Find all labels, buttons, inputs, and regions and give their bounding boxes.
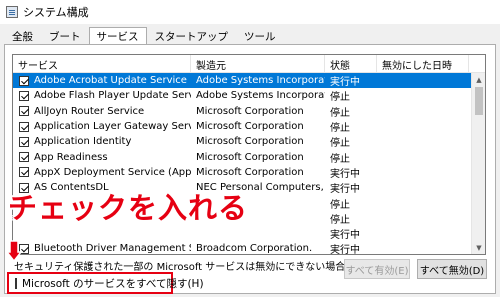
vertical-scrollbar[interactable]: ▲ ▼ xyxy=(471,73,485,254)
service-vendor: Microsoft Corporation xyxy=(196,121,304,133)
annotation-text: チェックを入れる xyxy=(8,191,249,225)
service-name: Adobe Flash Player Update Service xyxy=(34,90,191,102)
service-vendor: Microsoft Corporation xyxy=(196,105,304,117)
table-row[interactable]: App Readiness Microsoft Corporation 停止 xyxy=(13,149,473,165)
service-status: 実行中 xyxy=(330,245,360,255)
service-vendor: Microsoft Corporation xyxy=(196,166,304,178)
table-row[interactable]: Adobe Acrobat Update Service Adobe Syste… xyxy=(13,73,473,89)
scroll-down-icon[interactable]: ▼ xyxy=(472,241,485,254)
service-vendor: Adobe Systems Incorporated xyxy=(196,75,325,87)
service-checkbox[interactable] xyxy=(19,106,29,117)
service-name: Application Layer Gateway Service xyxy=(34,121,191,133)
service-name: AllJoyn Router Service xyxy=(34,105,145,117)
app-icon xyxy=(6,6,18,18)
service-status: 停止 xyxy=(330,214,350,226)
service-status: 停止 xyxy=(330,153,350,165)
service-name: AppX Deployment Service (AppXSVC) xyxy=(34,166,191,178)
table-row[interactable]: Adobe Flash Player Update Service Adobe … xyxy=(13,88,473,103)
service-name: App Readiness xyxy=(34,151,108,163)
column-header-vendor[interactable]: 製造元 xyxy=(191,55,325,73)
service-name: Bluetooth Driver Management Service xyxy=(34,243,191,255)
table-row[interactable]: Bluetooth Driver Management Service Broa… xyxy=(13,241,473,255)
tab-tools[interactable]: ツール xyxy=(236,28,284,44)
service-checkbox[interactable] xyxy=(19,75,29,86)
service-checkbox[interactable] xyxy=(19,152,29,163)
table-row[interactable]: Application Layer Gateway Service Micros… xyxy=(13,119,473,134)
service-name: Application Identity xyxy=(34,136,132,148)
service-checkbox[interactable] xyxy=(19,90,29,101)
hide-microsoft-services-checkbox[interactable] xyxy=(15,277,17,289)
tab-strip: 全般 ブート サービス スタートアップ ツール xyxy=(4,27,284,45)
title-bar: システム構成 xyxy=(0,0,500,24)
service-vendor: Adobe Systems Incorporated xyxy=(196,90,325,102)
service-vendor: Microsoft Corporation xyxy=(196,151,304,163)
service-vendor: Microsoft Corporation xyxy=(196,136,304,148)
column-header-service[interactable]: サービス xyxy=(13,55,191,73)
annotation-overlay: チェックを入れる xyxy=(0,186,300,238)
disable-all-button[interactable]: すべて無効(D) xyxy=(417,259,487,279)
service-vendor: Broadcom Corporation. xyxy=(196,243,313,255)
tab-startup[interactable]: スタートアップ xyxy=(147,28,237,44)
table-header: サービス 製造元 状態 無効にした日時 xyxy=(13,55,485,73)
service-checkbox[interactable] xyxy=(19,167,29,178)
tab-general[interactable]: 全般 xyxy=(4,28,41,44)
table-row[interactable]: Application Identity Microsoft Corporati… xyxy=(13,134,473,149)
system-configuration-window: システム構成 全般 ブート サービス スタートアップ ツール サービス 製造元 … xyxy=(0,0,500,297)
service-status: 実行中 xyxy=(330,168,360,180)
window-title: システム構成 xyxy=(23,6,89,19)
tab-boot[interactable]: ブート xyxy=(41,28,89,44)
service-status: 停止 xyxy=(330,123,350,135)
table-row[interactable]: AppX Deployment Service (AppXSVC) Micros… xyxy=(13,165,473,180)
service-status: 実行中 xyxy=(330,77,360,89)
scroll-up-icon[interactable]: ▲ xyxy=(472,73,485,86)
column-header-status[interactable]: 状態 xyxy=(325,55,377,73)
tab-services[interactable]: サービス xyxy=(88,27,147,45)
scroll-thumb[interactable] xyxy=(475,87,483,115)
service-checkbox[interactable] xyxy=(19,136,29,147)
service-status: 停止 xyxy=(330,199,350,211)
service-checkbox[interactable] xyxy=(19,121,29,132)
service-status: 実行中 xyxy=(330,184,360,196)
hide-microsoft-services-highlight[interactable]: Microsoft のサービスをすべて隠す(H) xyxy=(7,272,204,294)
hide-microsoft-services-label[interactable]: Microsoft のサービスをすべて隠す(H) xyxy=(22,276,204,291)
service-status: 実行中 xyxy=(330,230,360,242)
table-row[interactable]: AllJoyn Router Service Microsoft Corpora… xyxy=(13,104,473,119)
enable-all-button[interactable]: すべて有効(E) xyxy=(344,259,410,279)
column-header-disabled-date[interactable]: 無効にした日時 xyxy=(377,55,469,73)
service-status: 停止 xyxy=(330,107,350,119)
service-status: 停止 xyxy=(330,138,350,150)
service-status: 停止 xyxy=(330,92,350,104)
service-name: Adobe Acrobat Update Service xyxy=(34,75,187,87)
